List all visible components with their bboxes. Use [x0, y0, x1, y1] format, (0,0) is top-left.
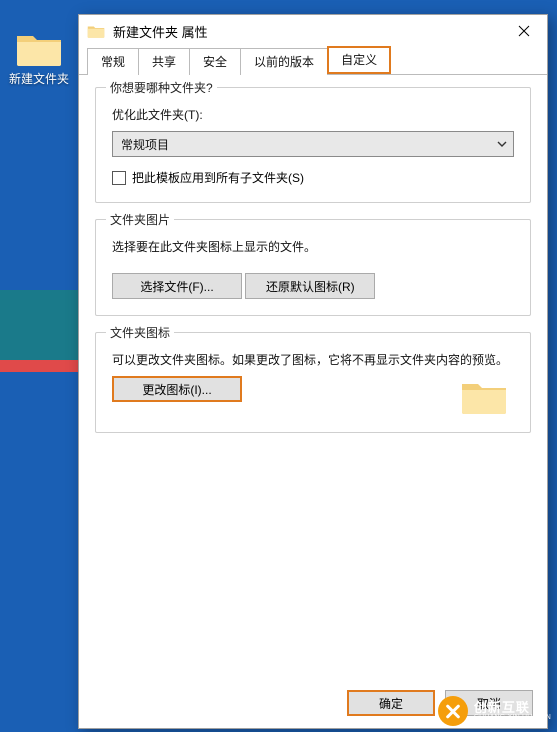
tab-strip: 常规 共享 安全 以前的版本 自定义	[79, 47, 547, 75]
brand-logo-icon	[438, 696, 468, 726]
restore-default-button[interactable]: 还原默认图标(R)	[245, 273, 375, 299]
change-icon-button[interactable]: 更改图标(I)...	[112, 376, 242, 402]
tab-customize[interactable]: 自定义	[327, 46, 391, 74]
wallpaper-stripe-red	[0, 360, 80, 372]
chevron-down-icon	[497, 139, 507, 149]
group-folder-type-legend: 你想要哪种文件夹?	[106, 79, 217, 96]
tab-general[interactable]: 常规	[87, 48, 139, 75]
apply-children-row[interactable]: 把此模板应用到所有子文件夹(S)	[112, 169, 514, 186]
group-folder-type: 你想要哪种文件夹? 优化此文件夹(T): 常规项目 把此模板应用到所有子文件夹(…	[95, 87, 531, 203]
properties-dialog: 新建文件夹 属性 常规 共享 安全 以前的版本 自定义 你想要哪种文件夹? 优化…	[78, 14, 548, 729]
desktop-folder-label: 新建文件夹	[9, 70, 69, 87]
optimize-combo[interactable]: 常规项目	[112, 131, 514, 157]
choose-file-button[interactable]: 选择文件(F)...	[112, 273, 242, 299]
folder-icon	[460, 376, 508, 416]
close-icon	[518, 25, 530, 37]
tab-sharing[interactable]: 共享	[138, 48, 190, 75]
group-folder-picture-legend: 文件夹图片	[106, 211, 174, 228]
optimize-label: 优化此文件夹(T):	[112, 106, 514, 123]
apply-children-checkbox[interactable]	[112, 171, 126, 185]
icon-help: 可以更改文件夹图标。如果更改了图标，它将不再显示文件夹内容的预览。	[112, 351, 514, 368]
close-button[interactable]	[501, 15, 547, 47]
picture-help: 选择要在此文件夹图标上显示的文件。	[112, 238, 514, 255]
ok-button[interactable]: 确定	[347, 690, 435, 716]
apply-children-label: 把此模板应用到所有子文件夹(S)	[132, 169, 304, 186]
tab-panel-customize: 你想要哪种文件夹? 优化此文件夹(T): 常规项目 把此模板应用到所有子文件夹(…	[79, 75, 547, 678]
wallpaper-stripe-teal	[0, 290, 80, 360]
group-folder-picture: 文件夹图片 选择要在此文件夹图标上显示的文件。 选择文件(F)... 还原默认图…	[95, 219, 531, 316]
brand-watermark: 创新互联 CHUANG XIN HU LIAN	[438, 696, 551, 726]
desktop-folder[interactable]: 新建文件夹	[4, 28, 74, 87]
titlebar[interactable]: 新建文件夹 属性	[79, 15, 547, 47]
dialog-title: 新建文件夹 属性	[113, 22, 208, 41]
tab-security[interactable]: 安全	[189, 48, 241, 75]
optimize-combo-value: 常规项目	[121, 136, 169, 153]
folder-icon	[87, 23, 105, 39]
brand-name-cn: 创新互联	[474, 701, 551, 714]
group-folder-icon-legend: 文件夹图标	[106, 324, 174, 341]
group-folder-icon: 文件夹图标 可以更改文件夹图标。如果更改了图标，它将不再显示文件夹内容的预览。 …	[95, 332, 531, 433]
tab-previous[interactable]: 以前的版本	[240, 48, 328, 75]
folder-icon	[15, 28, 63, 68]
brand-name-en: CHUANG XIN HU LIAN	[474, 714, 551, 721]
